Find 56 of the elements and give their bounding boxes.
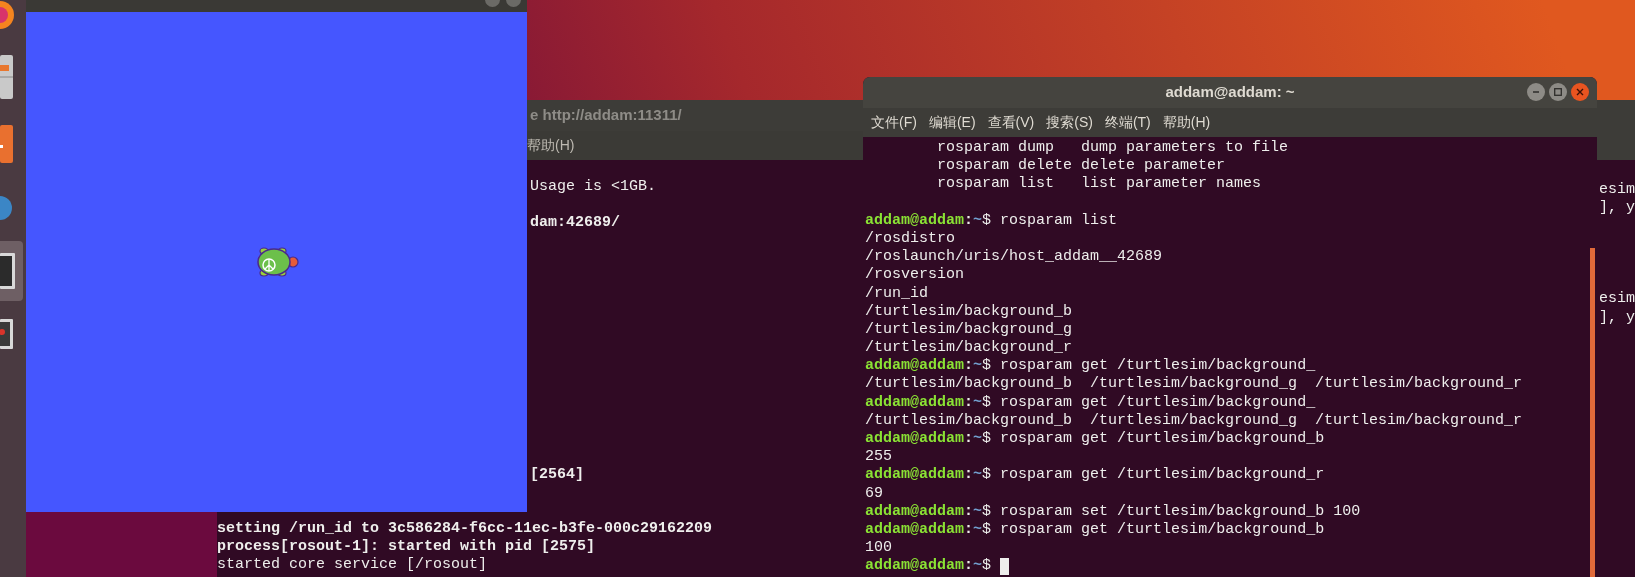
output-line: /turtlesim/background_b /turtlesim/background_g /turtlesim/background_r <box>865 411 1523 430</box>
prompt-line: addam@addam:~$ rosparam list <box>865 211 1119 230</box>
output-line: /rosversion <box>865 266 965 285</box>
output-line: 100 <box>865 539 892 558</box>
prompt-line: addam@addam:~$ rosparam get /turtlesim/background_b <box>865 520 1326 540</box>
prompt-line: addam@addam:~$ rosparam set /turtlesim/background_b 100 <box>865 502 1362 521</box>
file-cabinet-icon <box>0 55 13 99</box>
maximize-button[interactable] <box>1549 83 1567 101</box>
output-line: /turtlesim/background_r <box>865 339 1073 358</box>
output-line: rosparam list list parameter names <box>936 175 1262 194</box>
prompt-line: addam@addam:~$ rosparam get /turtlesim/background_ <box>865 393 1317 412</box>
output-line: rosparam delete delete parameter <box>936 157 1226 176</box>
window-title: e http://addam:11311/ <box>530 105 682 126</box>
menu-item[interactable]: 终端(T) <box>1104 112 1151 133</box>
shopping-bag-icon <box>0 125 13 163</box>
output-line: ], y <box>1599 308 1635 327</box>
output-line: 69 <box>865 484 883 503</box>
output-line: /turtlesim/background_b <box>865 302 1073 321</box>
output-line: 255 <box>865 448 892 467</box>
browser-icon <box>0 0 14 30</box>
minimize-button[interactable] <box>1527 83 1545 101</box>
output-line: /roslaunch/uris/host_addam__42689 <box>865 248 1163 267</box>
prompt-line: addam@addam:~$ rosparam get /turtlesim/background_ <box>865 357 1317 376</box>
output-line: started core service [/rosout] <box>217 556 488 574</box>
minimize-icon <box>1532 88 1540 96</box>
output-line: /run_id <box>865 284 928 303</box>
menu-item[interactable]: 查看(V) <box>987 112 1035 133</box>
menu-item[interactable]: 帮助(H) <box>1162 112 1211 133</box>
terminal-icon <box>0 253 15 289</box>
output-line: setting /run_id to 3c586284-f6cc-11ec-b3fe-000c29162209 <box>217 520 713 538</box>
prompt-line: addam@addam:~$ <box>865 557 1597 576</box>
menu-item[interactable]: 搜索(S) <box>1046 112 1093 133</box>
window-title: addam@addam: ~ <box>1165 82 1295 103</box>
output-line: /rosdistro <box>865 229 955 249</box>
prompt-line: addam@addam:~$ rosparam get /turtlesim/background_b <box>865 430 1326 449</box>
output-line: [2564] <box>530 466 584 484</box>
output-line: Usage is <1GB. <box>530 178 657 196</box>
output-line: /turtlesim/background_b /turtlesim/background_g /turtlesim/background_r <box>865 375 1523 394</box>
output-line: esim <box>1599 181 1635 200</box>
output-line: rosparam dump dump parameters to file <box>936 139 1289 158</box>
output-line: dam:42689/ <box>530 214 620 232</box>
monitor-icon <box>0 319 13 349</box>
prompt-line: addam@addam:~$ rosparam get /turtlesim/background_r <box>865 466 1326 485</box>
menu-item[interactable]: 文件(F) <box>871 112 917 133</box>
close-icon <box>1576 88 1584 96</box>
output-line: /turtlesim/background_g <box>865 320 1073 340</box>
maximize-icon <box>1554 88 1562 96</box>
menu-item[interactable]: 帮助(H) <box>527 135 575 156</box>
output-line: esim <box>1599 290 1635 309</box>
dock-item[interactable] <box>0 241 23 301</box>
menu-item[interactable]: 编辑(E) <box>928 112 976 133</box>
close-button[interactable] <box>1571 83 1589 101</box>
scrollbar-thumb[interactable] <box>1590 248 1595 577</box>
turtle-icon <box>255 245 301 279</box>
output-line: process[rosout-1]: started with pid [2575] <box>217 538 596 556</box>
output-line: ], y <box>1599 199 1635 218</box>
